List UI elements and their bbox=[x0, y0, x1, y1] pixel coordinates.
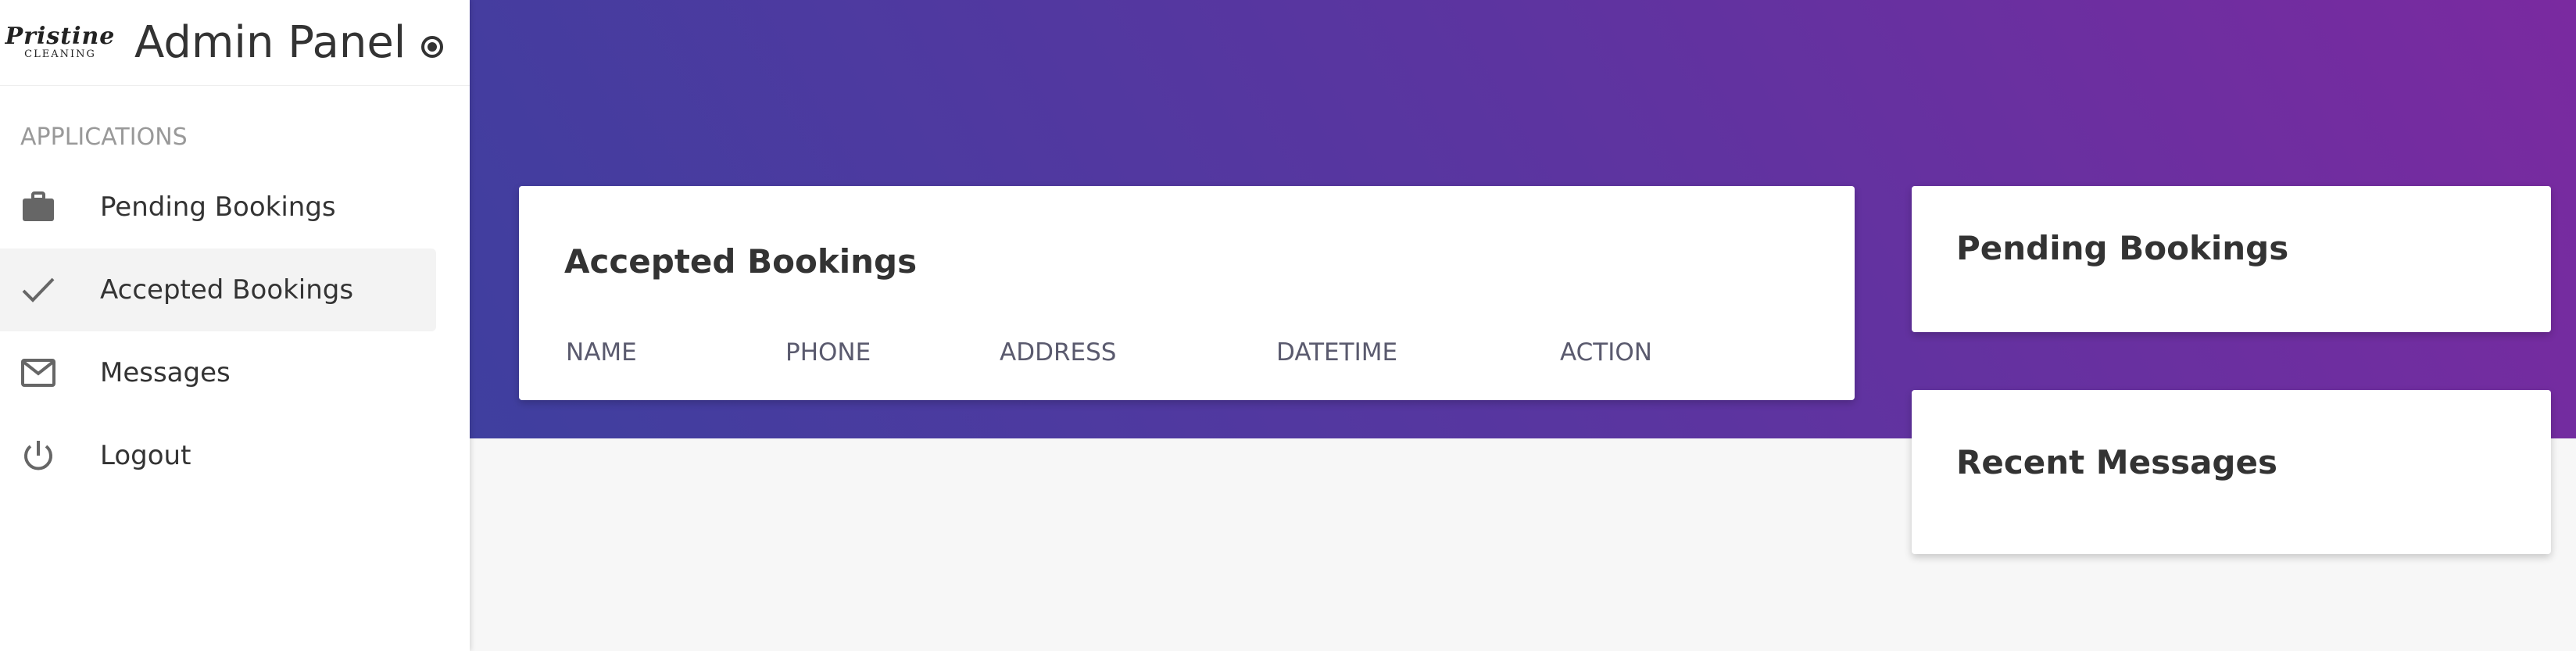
sidebar-item-accepted-bookings[interactable]: Accepted Bookings bbox=[0, 249, 436, 331]
card-title: Recent Messages bbox=[1956, 443, 2277, 481]
check-icon bbox=[20, 272, 56, 308]
card-title: Accepted Bookings bbox=[564, 242, 918, 281]
sidebar-item-label: Logout bbox=[100, 440, 191, 471]
sidebar-item-messages[interactable]: Messages bbox=[0, 331, 436, 414]
card-title: Pending Bookings bbox=[1956, 229, 2289, 267]
app-title: Admin Panel bbox=[134, 17, 406, 68]
briefcase-icon bbox=[20, 189, 56, 225]
sidebar-item-label: Pending Bookings bbox=[100, 191, 336, 223]
logo-wordmark: Pristine bbox=[5, 22, 116, 50]
sidebar: Pristine CLEANING Admin Panel APPLICATIO… bbox=[0, 0, 470, 651]
table-header-row: NAME PHONE ADDRESS DATETIME ACTION bbox=[519, 338, 1855, 377]
brand-header: Pristine CLEANING Admin Panel bbox=[0, 0, 470, 86]
sidebar-item-logout[interactable]: Logout bbox=[0, 414, 436, 497]
logo-subtitle: CLEANING bbox=[24, 48, 96, 60]
sidebar-item-label: Messages bbox=[100, 357, 231, 388]
column-header-action[interactable]: ACTION bbox=[1560, 338, 1652, 367]
sidebar-item-label: Accepted Bookings bbox=[100, 274, 354, 306]
sidebar-nav: Pending Bookings Accepted Bookings Messa… bbox=[0, 166, 470, 497]
column-header-datetime[interactable]: DATETIME bbox=[1276, 338, 1397, 367]
accepted-bookings-card: Accepted Bookings NAME PHONE ADDRESS DAT… bbox=[519, 186, 1855, 400]
company-logo[interactable]: Pristine CLEANING bbox=[5, 20, 115, 66]
column-header-phone[interactable]: PHONE bbox=[785, 338, 871, 367]
mail-icon bbox=[20, 355, 56, 391]
column-header-address[interactable]: ADDRESS bbox=[1000, 338, 1116, 367]
recent-messages-card: Recent Messages bbox=[1912, 390, 2551, 554]
sidebar-item-pending-bookings[interactable]: Pending Bookings bbox=[0, 166, 436, 249]
power-icon bbox=[20, 438, 56, 474]
pending-bookings-card: Pending Bookings bbox=[1912, 186, 2551, 332]
section-label-applications: APPLICATIONS bbox=[20, 123, 188, 151]
radio-dot-icon[interactable] bbox=[421, 35, 444, 58]
column-header-name[interactable]: NAME bbox=[566, 338, 637, 367]
